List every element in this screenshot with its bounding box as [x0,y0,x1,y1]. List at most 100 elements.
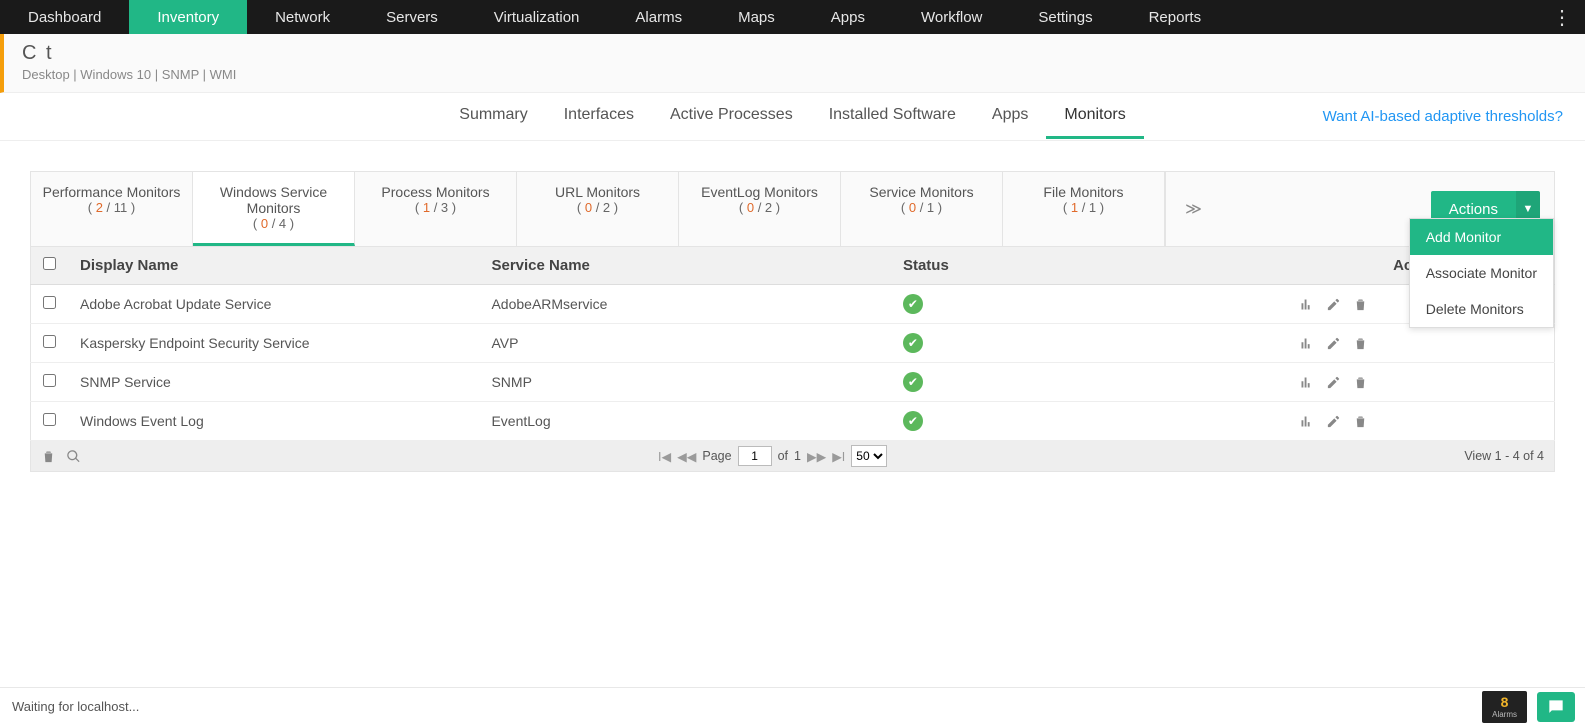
row-chart-icon[interactable] [1299,374,1314,391]
cell-status: ✔ [891,324,1287,363]
nav-dashboard[interactable]: Dashboard [0,0,129,34]
row-edit-icon[interactable] [1326,413,1341,430]
cell-display-name: Kaspersky Endpoint Security Service [68,324,479,363]
menu-delete-monitors[interactable]: Delete Monitors [1410,291,1553,327]
adaptive-thresholds-link[interactable]: Want AI-based adaptive thresholds? [1323,108,1563,125]
device-meta: Desktop | Windows 10 | SNMP | WMI [22,67,1567,82]
pager-size-select[interactable]: 50 [851,445,887,467]
nav-virtualization[interactable]: Virtualization [466,0,608,34]
row-checkbox[interactable] [43,413,56,426]
table-row: Kaspersky Endpoint Security ServiceAVP ✔ [31,324,1555,363]
col-service-name[interactable]: Service Name [479,247,890,285]
kebab-menu-icon[interactable]: ⋮ [1547,5,1577,30]
pager-of-label: of [778,449,788,463]
row-checkbox[interactable] [43,374,56,387]
row-edit-icon[interactable] [1326,296,1341,313]
monitor-tab-windows-service[interactable]: Windows Service Monitors ( 0 / 4 ) [193,172,355,246]
nav-inventory[interactable]: Inventory [129,0,247,34]
nav-workflow[interactable]: Workflow [893,0,1010,34]
status-ok-icon: ✔ [903,294,923,314]
monitor-tab-label: Performance Monitors [39,184,184,200]
monitor-tab-label: EventLog Monitors [687,184,832,200]
cell-service-name: AVP [479,324,890,363]
col-display-name[interactable]: Display Name [68,247,479,285]
monitors-table: Display Name Service Name Status Actions… [30,246,1555,441]
nav-network[interactable]: Network [247,0,358,34]
row-checkbox[interactable] [43,335,56,348]
delete-selected-icon[interactable] [41,448,56,465]
cell-display-name: SNMP Service [68,363,479,402]
monitor-tab-file[interactable]: File Monitors ( 1 / 1 ) [1003,172,1165,246]
alarm-badge[interactable]: 8 Alarms [1482,691,1527,723]
cell-display-name: Windows Event Log [68,402,479,441]
nav-alarms[interactable]: Alarms [607,0,710,34]
tab-summary[interactable]: Summary [441,94,545,139]
cell-service-name: EventLog [479,402,890,441]
row-edit-icon[interactable] [1326,374,1341,391]
row-checkbox[interactable] [43,296,56,309]
monitor-tab-count: ( 2 / 11 ) [39,200,184,215]
monitor-tab-label: File Monitors [1011,184,1156,200]
pager-next-icon[interactable]: ▶▶ [807,449,826,464]
pager-prev-icon[interactable]: ◀◀ [677,449,696,464]
pager-last-icon[interactable]: ▶I [832,449,845,464]
monitor-tab-count: ( 0 / 1 ) [849,200,994,215]
monitor-tab-process[interactable]: Process Monitors ( 1 / 3 ) [355,172,517,246]
cell-status: ✔ [891,402,1287,441]
pager-page-input[interactable] [738,446,772,466]
nav-settings[interactable]: Settings [1010,0,1120,34]
nav-reports[interactable]: Reports [1121,0,1230,34]
device-subnav: Summary Interfaces Active Processes Inst… [0,93,1585,141]
monitor-tab-strip: Performance Monitors ( 2 / 11 ) Windows … [30,171,1555,246]
col-status[interactable]: Status [891,247,1287,285]
monitor-tab-count: ( 1 / 3 ) [363,200,508,215]
table-row: Adobe Acrobat Update ServiceAdobeARMserv… [31,285,1555,324]
monitor-tab-label: Process Monitors [363,184,508,200]
actions-dropdown: Add Monitor Associate Monitor Delete Mon… [1409,218,1554,328]
row-delete-icon[interactable] [1353,374,1368,391]
cell-service-name: SNMP [479,363,890,402]
row-delete-icon[interactable] [1353,413,1368,430]
table-row: SNMP ServiceSNMP✔ [31,363,1555,402]
monitor-tab-eventlog[interactable]: EventLog Monitors ( 0 / 2 ) [679,172,841,246]
menu-associate-monitor[interactable]: Associate Monitor [1410,255,1553,291]
top-navbar: Dashboard Inventory Network Servers Virt… [0,0,1585,34]
cell-service-name: AdobeARMservice [479,285,890,324]
pager-total-pages: 1 [794,449,801,463]
alarm-label: Alarms [1492,711,1517,719]
row-chart-icon[interactable] [1299,413,1314,430]
nav-maps[interactable]: Maps [710,0,803,34]
status-ok-icon: ✔ [903,333,923,353]
pager-view-text: View 1 - 4 of 4 [1464,449,1544,463]
monitor-tab-url[interactable]: URL Monitors ( 0 / 2 ) [517,172,679,246]
chat-button[interactable] [1537,692,1575,722]
browser-status-text: Waiting for localhost... [6,697,145,716]
monitor-tab-label: Service Monitors [849,184,994,200]
tab-interfaces[interactable]: Interfaces [546,94,652,139]
tab-installed-software[interactable]: Installed Software [811,94,974,139]
monitor-tab-label: URL Monitors [525,184,670,200]
row-delete-icon[interactable] [1353,296,1368,313]
nav-apps[interactable]: Apps [803,0,893,34]
select-all-checkbox[interactable] [43,257,56,270]
menu-add-monitor[interactable]: Add Monitor [1410,219,1553,255]
device-header: C t Desktop | Windows 10 | SNMP | WMI [0,34,1585,93]
search-icon[interactable] [66,448,81,465]
monitor-tab-label: Windows Service Monitors [201,184,346,216]
tab-scroll-right-icon[interactable]: ≫ [1165,172,1221,246]
tab-monitors[interactable]: Monitors [1046,94,1143,139]
tab-apps[interactable]: Apps [974,94,1046,139]
tab-active-processes[interactable]: Active Processes [652,94,811,139]
monitor-tab-count: ( 0 / 2 ) [525,200,670,215]
nav-servers[interactable]: Servers [358,0,466,34]
row-chart-icon[interactable] [1299,335,1314,352]
cell-status: ✔ [891,285,1287,324]
row-edit-icon[interactable] [1326,335,1341,352]
table-row: Windows Event LogEventLog✔ [31,402,1555,441]
monitor-tab-performance[interactable]: Performance Monitors ( 2 / 11 ) [31,172,193,246]
row-chart-icon[interactable] [1299,296,1314,313]
pager-first-icon[interactable]: I◀ [658,449,671,464]
row-delete-icon[interactable] [1353,335,1368,352]
monitor-tab-service[interactable]: Service Monitors ( 0 / 1 ) [841,172,1003,246]
bottom-bar: Waiting for localhost... 8 Alarms [0,687,1585,725]
